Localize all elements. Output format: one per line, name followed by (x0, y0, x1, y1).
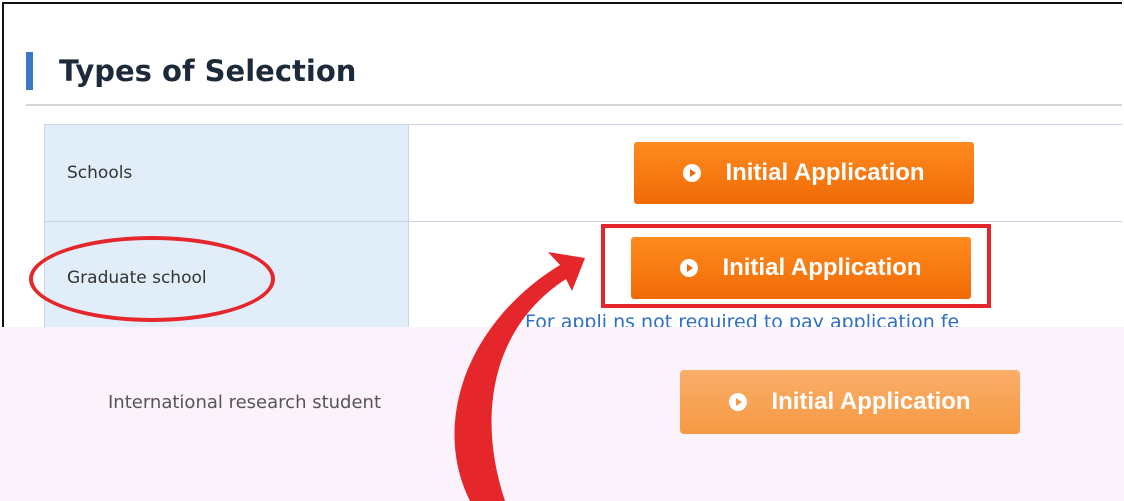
red-curved-arrow (454, 252, 585, 501)
